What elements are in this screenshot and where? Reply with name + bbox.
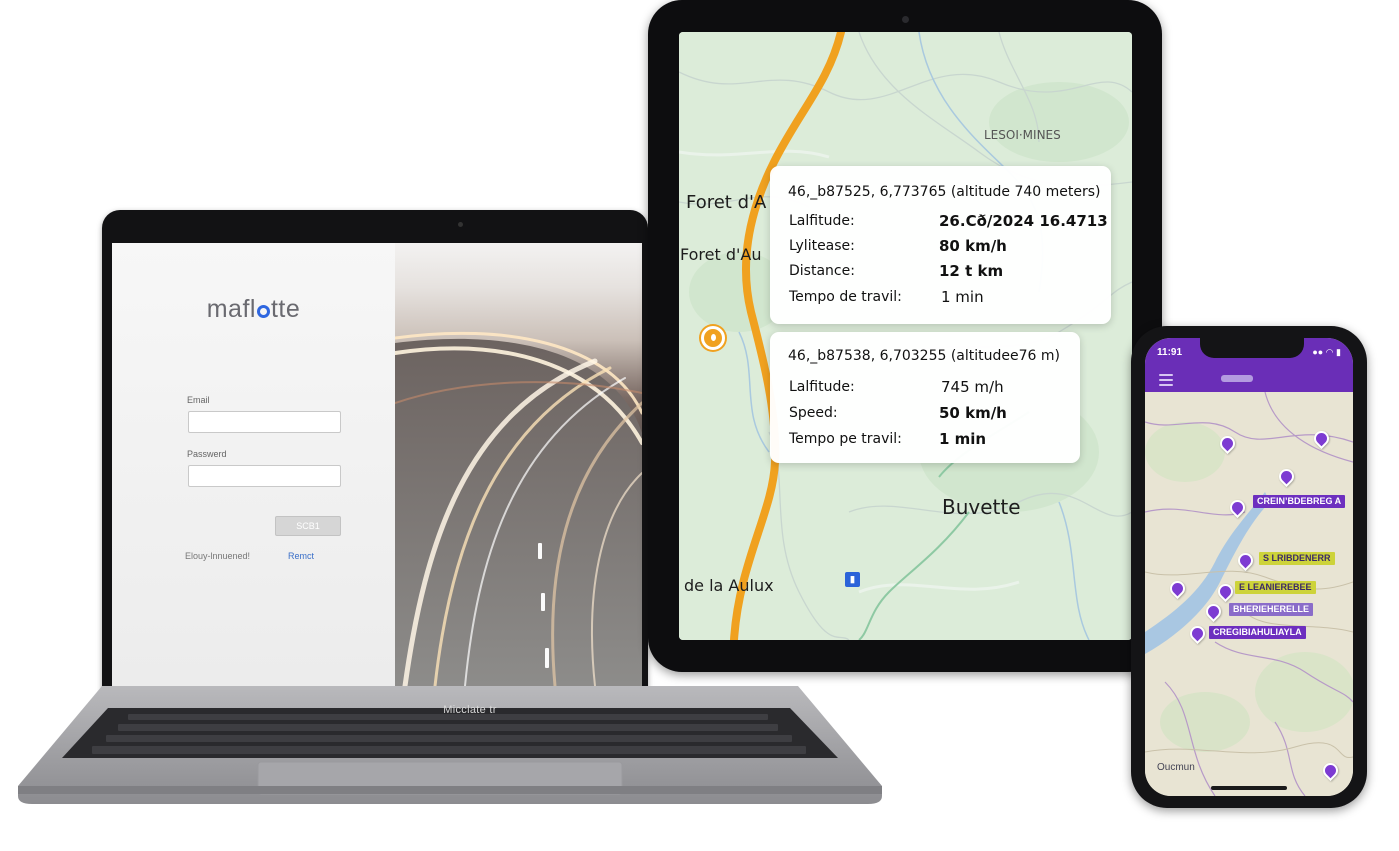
brand-text-start: mafl [206,295,256,323]
app-title-placeholder [1221,375,1253,382]
card1-row-value: 80 km/h [939,237,1007,255]
card1-row-value: 1 min [941,288,984,306]
status-time: 11:91 [1157,347,1183,358]
password-field[interactable] [188,465,341,487]
email-label: Email [187,395,210,405]
card2-row-label: Lalfitude: [789,379,855,395]
info-card-1[interactable]: 46,_b87525, 6,773765 (altitude 740 meter… [770,166,1111,324]
card1-row-label: Lalfitude: [789,213,855,229]
light-trails-icon [395,331,642,686]
map-label-aulux: de la Aulux [684,576,774,595]
laptop-model-label: Micclate tr [443,704,497,716]
card2-coordinates: 46,_b87538, 6,703255 (altitudee76 m) [788,348,1060,364]
map-label-buvette: Buvette [942,495,1021,519]
location-pin-icon[interactable] [701,326,725,350]
card2-row-value: 1 min [939,430,987,448]
brand-logo-ring-icon [256,305,270,318]
card1-row-label: Tempo de travil: [789,289,902,305]
highway-hero-image [395,243,642,686]
forgot-link[interactable]: Elouy-lnnuened! [185,551,250,561]
info-card-2[interactable]: 46,_b87538, 6,703255 (altitudee76 m) Lal… [770,332,1080,463]
card2-row-value: 50 km/h [939,404,1007,422]
status-signal-wifi-battery-icon: ●● ◠ ▮ [1312,347,1341,357]
map-tag[interactable]: CREGIBIAHULIAYLA [1209,626,1306,639]
phone-screen: 11:91 ●● ◠ ▮ CREIN’BDEBREG A S LRIBDENER… [1145,338,1353,796]
tablet-camera [902,16,909,23]
laptop-camera [458,222,463,227]
submit-button[interactable]: SCB1 [275,516,341,536]
email-field[interactable] [188,411,341,433]
card1-row-value: 12 t km [939,262,1004,280]
brand-text-end: tte [270,295,301,323]
card2-row-label: Speed: [789,405,838,421]
parking-sign-icon: ▮ [845,572,860,587]
password-label: Passwerd [187,449,227,459]
map-tag[interactable]: CREIN’BDEBREG A [1253,495,1346,508]
card2-row-label: Tempo pe travil: [789,431,902,447]
map-label-forest-1: Foret d'A [686,192,767,213]
home-indicator[interactable] [1211,786,1287,790]
register-link[interactable]: Remct [288,551,314,561]
map-label-north: LESOI·MINES [984,128,1061,142]
card1-row-value: 26.Cð/2024 16.4713 [939,212,1108,230]
tablet-map[interactable]: LESOI·MINES Foret d'A Foret d'Au Buvette… [679,32,1132,640]
phone-notch [1200,336,1304,358]
card1-row-label: Lylitease: [789,238,855,254]
brand-logo: mafl tte [112,295,395,324]
login-panel: mafl tte Email Passwerd SCB1 Elouy-lnnuen… [112,243,395,686]
map-footer-label: Oucmun [1157,762,1195,773]
hamburger-menu-icon[interactable] [1159,374,1173,386]
map-tag[interactable]: S LRIBDENERR [1259,552,1335,565]
map-label-forest-2: Foret d'Au [680,245,762,264]
card1-coordinates: 46,_b87525, 6,773765 (altitude 740 meter… [788,184,1101,200]
map-tag[interactable]: E LEANIEREBEE [1235,581,1316,594]
map-tag[interactable]: BHERIEHERELLE [1229,603,1314,616]
laptop-screen: mafl tte Email Passwerd SCB1 Elouy-lnnuen… [112,243,642,686]
card1-row-label: Distance: [789,263,855,279]
card2-row-value: 745 m/h [941,378,1004,396]
